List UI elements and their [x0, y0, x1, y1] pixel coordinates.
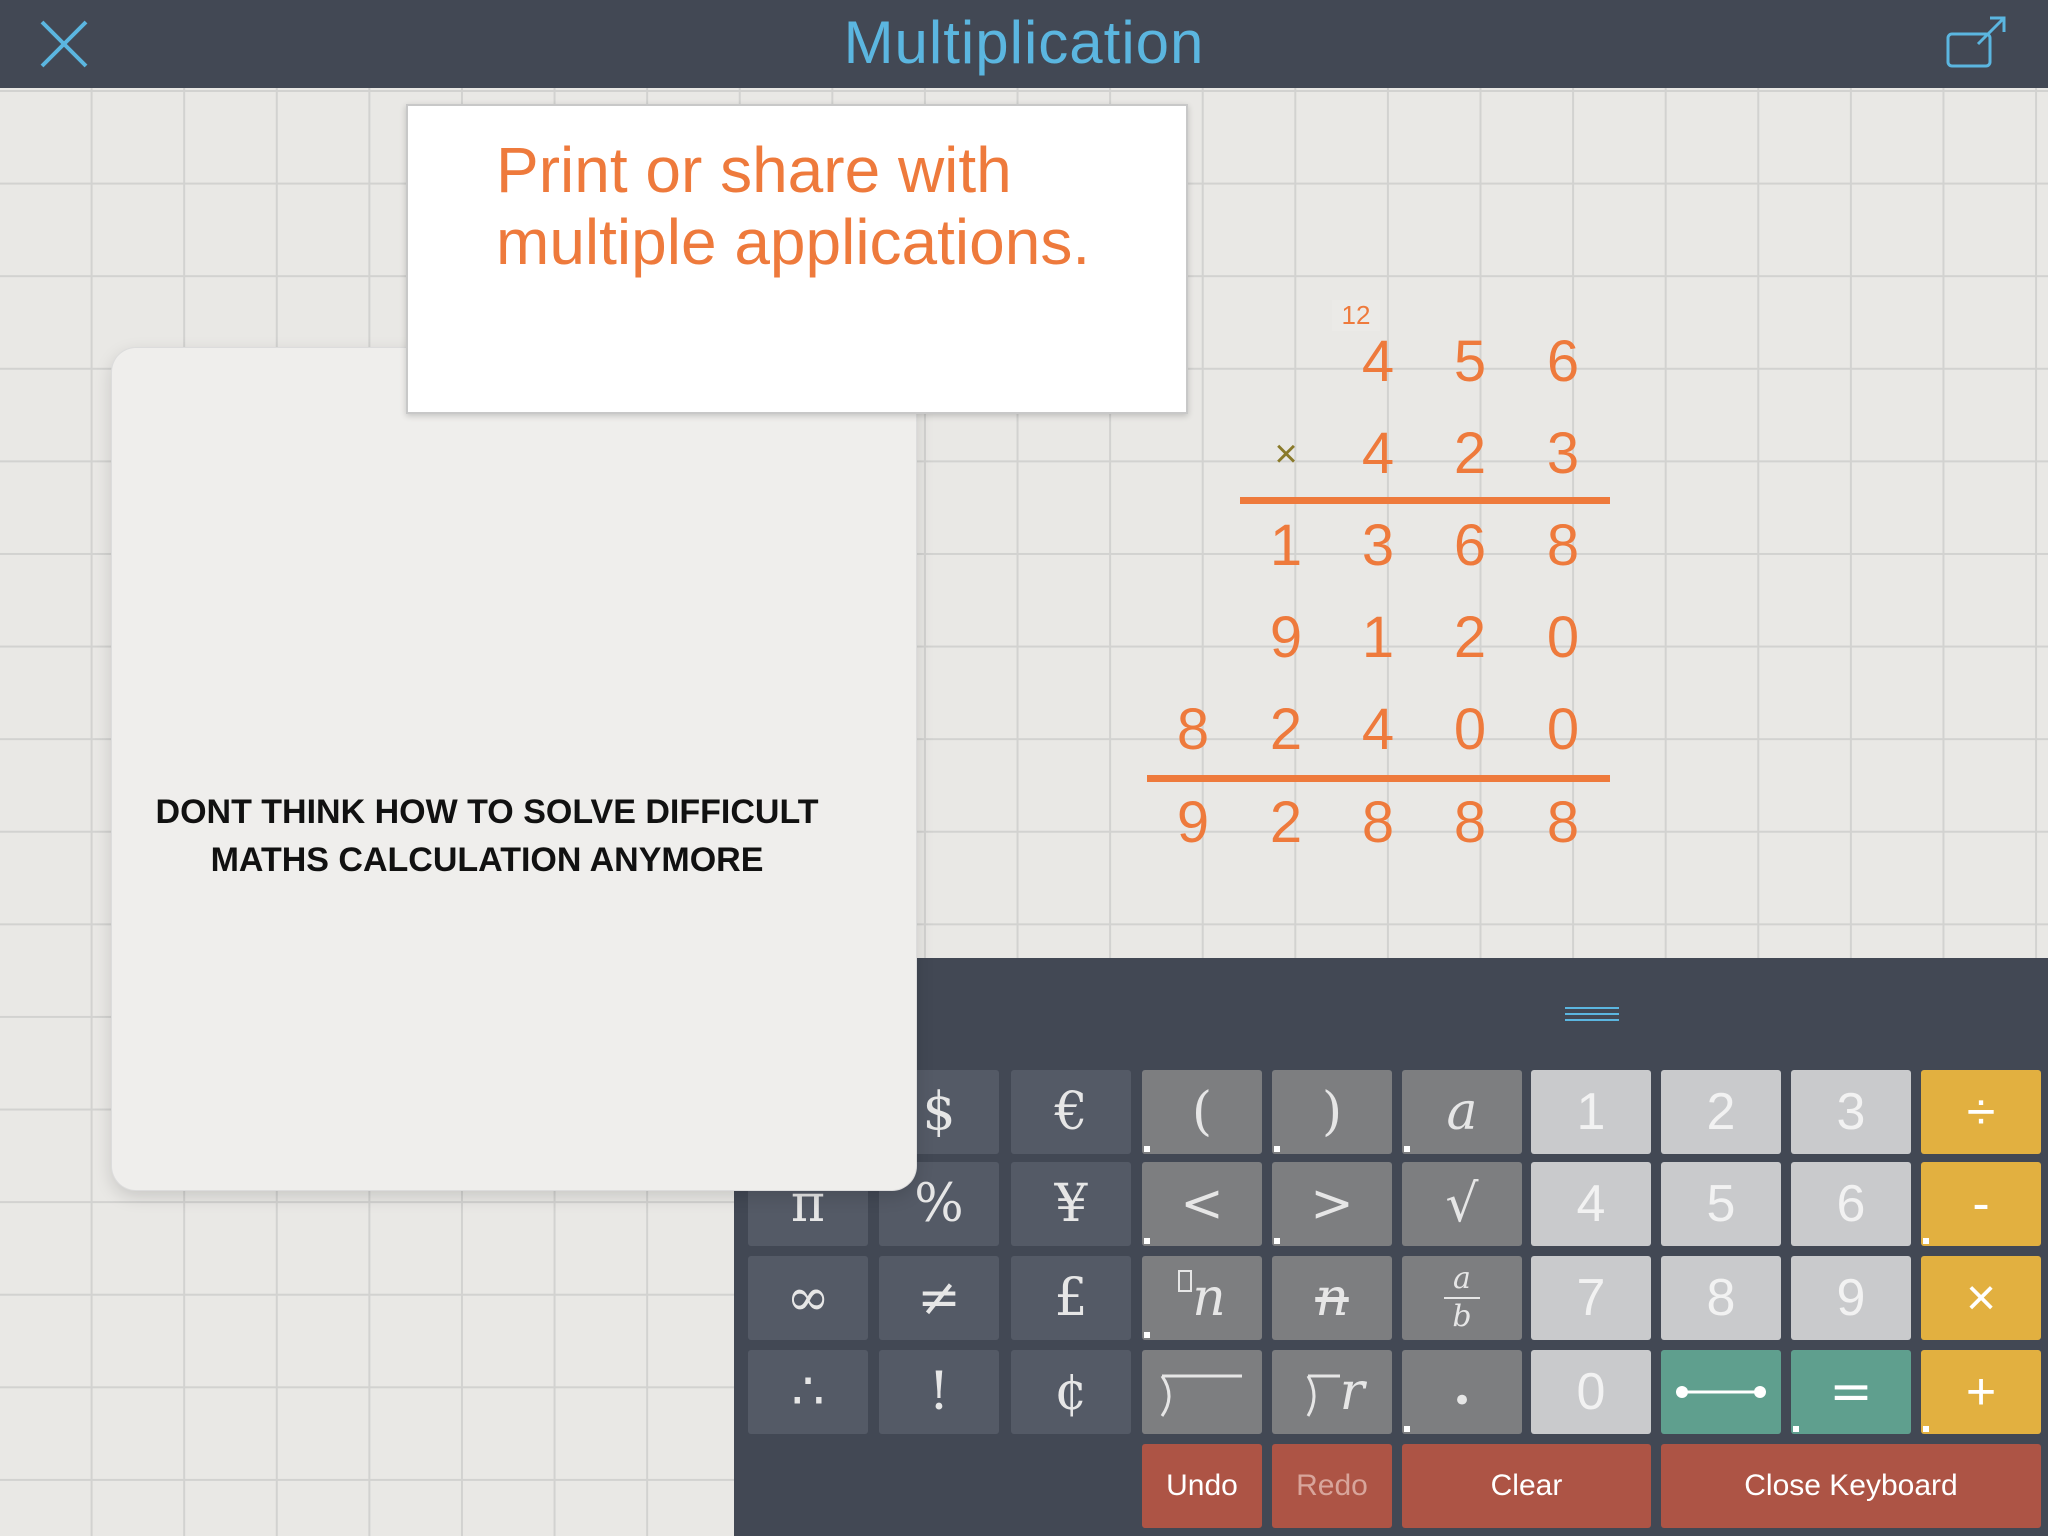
key-greater-than[interactable]: >	[1272, 1162, 1392, 1246]
partial-digit: 0	[1453, 697, 1487, 762]
result-digit: 2	[1269, 790, 1303, 855]
key-long-division-remainder[interactable]: r	[1272, 1350, 1392, 1434]
info-card-text: DONT THINK HOW TO SOLVE DIFFICULT MATHS …	[112, 788, 862, 884]
result-digit: 9	[1176, 790, 1210, 855]
key-4[interactable]: 4	[1531, 1162, 1651, 1246]
partial-digit: 3	[1361, 513, 1395, 578]
share-icon[interactable]	[1944, 14, 2010, 72]
partial-digit: 0	[1546, 697, 1580, 762]
multiply-sign: ×	[1274, 432, 1298, 476]
key-therefore[interactable]: ∴	[748, 1350, 868, 1434]
key-not-equal[interactable]: ≠	[879, 1256, 999, 1340]
partial-digit: 0	[1546, 605, 1580, 670]
exponent-box-icon	[1178, 1270, 1193, 1292]
key-yen[interactable]: ¥	[1011, 1162, 1131, 1246]
key-pound[interactable]: £	[1011, 1256, 1131, 1340]
multiplicand-digit: 6	[1546, 329, 1580, 394]
key-close-paren[interactable]: )	[1272, 1070, 1392, 1154]
partial-digit: 9	[1269, 605, 1303, 670]
division-bracket-icon	[1306, 1374, 1340, 1417]
key-power-label: n	[1192, 1268, 1226, 1328]
key-divide[interactable]: ÷	[1921, 1070, 2041, 1154]
multiplier-digit: 4	[1361, 421, 1395, 486]
key-multiply[interactable]: ×	[1921, 1256, 2041, 1340]
multiplicand-digit: 4	[1361, 329, 1395, 394]
key-variable-a[interactable]: a	[1402, 1070, 1522, 1154]
partial-digit: 4	[1361, 697, 1395, 762]
key-less-than[interactable]: <	[1142, 1162, 1262, 1246]
key-6[interactable]: 6	[1791, 1162, 1911, 1246]
key-9[interactable]: 9	[1791, 1256, 1911, 1340]
key-plus[interactable]: +	[1921, 1350, 2041, 1434]
key-open-paren[interactable]: (	[1142, 1070, 1262, 1154]
promo-banner: Print or share with multiple application…	[406, 104, 1188, 414]
top-bar: Multiplication	[0, 0, 2048, 88]
key-3[interactable]: 3	[1791, 1070, 1911, 1154]
fraction-icon: a b	[1444, 1263, 1480, 1333]
line-segment-icon	[1676, 1386, 1766, 1398]
keyboard-drag-handle[interactable]	[1565, 1007, 1619, 1021]
long-division-icon	[1160, 1374, 1242, 1417]
redo-button[interactable]: Redo	[1272, 1444, 1392, 1528]
key-long-division[interactable]	[1142, 1350, 1262, 1434]
key-1[interactable]: 1	[1531, 1070, 1651, 1154]
partial-digit: 8	[1546, 513, 1580, 578]
info-card-line: MATHS CALCULATION ANYMORE	[210, 841, 764, 879]
key-minus[interactable]: -	[1921, 1162, 2041, 1246]
key-fraction[interactable]: a b	[1402, 1256, 1522, 1340]
key-5[interactable]: 5	[1661, 1162, 1781, 1246]
key-0[interactable]: 0	[1531, 1350, 1651, 1434]
key-cent[interactable]: ¢	[1011, 1350, 1131, 1434]
key-decimal-point[interactable]: •	[1402, 1350, 1522, 1434]
key-7[interactable]: 7	[1531, 1256, 1651, 1340]
key-root-n[interactable]: n	[1272, 1256, 1392, 1340]
key-equals[interactable]: =	[1791, 1350, 1911, 1434]
undo-button[interactable]: Undo	[1142, 1444, 1262, 1528]
key-root-n-label: n	[1315, 1268, 1349, 1328]
page-title: Multiplication	[843, 9, 1205, 76]
multiplier-digit: 2	[1453, 421, 1487, 486]
partial-digit: 6	[1453, 513, 1487, 578]
result-digit: 8	[1546, 790, 1580, 855]
key-line-segment[interactable]	[1661, 1350, 1781, 1434]
partial-digit: 8	[1176, 697, 1210, 762]
promo-text: Print or share with multiple application…	[496, 134, 1091, 278]
key-power[interactable]: n	[1142, 1256, 1262, 1340]
key-remainder-label: r	[1339, 1362, 1365, 1422]
info-card-line: DONT THINK HOW TO SOLVE DIFFICULT	[155, 793, 819, 831]
multiplicand-digit: 5	[1453, 329, 1487, 394]
fraction-denominator: b	[1452, 1299, 1472, 1334]
key-infinity[interactable]: ∞	[748, 1256, 868, 1340]
key-factorial[interactable]: !	[879, 1350, 999, 1434]
info-card: DONT THINK HOW TO SOLVE DIFFICULT MATHS …	[112, 348, 916, 1190]
key-square-root[interactable]: √	[1402, 1162, 1522, 1246]
decimal-dot-icon: •	[1451, 1381, 1473, 1421]
result-digit: 8	[1361, 790, 1395, 855]
result-digit: 8	[1453, 790, 1487, 855]
clear-button[interactable]: Clear	[1402, 1444, 1651, 1528]
key-euro[interactable]: €	[1011, 1070, 1131, 1154]
key-2[interactable]: 2	[1661, 1070, 1781, 1154]
partial-digit: 2	[1269, 697, 1303, 762]
fraction-numerator: a	[1453, 1261, 1471, 1296]
partial-digit: 2	[1453, 605, 1487, 670]
multiplier-digit: 3	[1546, 421, 1580, 486]
close-keyboard-button[interactable]: Close Keyboard	[1661, 1444, 2041, 1528]
partial-digit: 1	[1269, 513, 1303, 578]
key-8[interactable]: 8	[1661, 1256, 1781, 1340]
partial-digit: 1	[1361, 605, 1395, 670]
